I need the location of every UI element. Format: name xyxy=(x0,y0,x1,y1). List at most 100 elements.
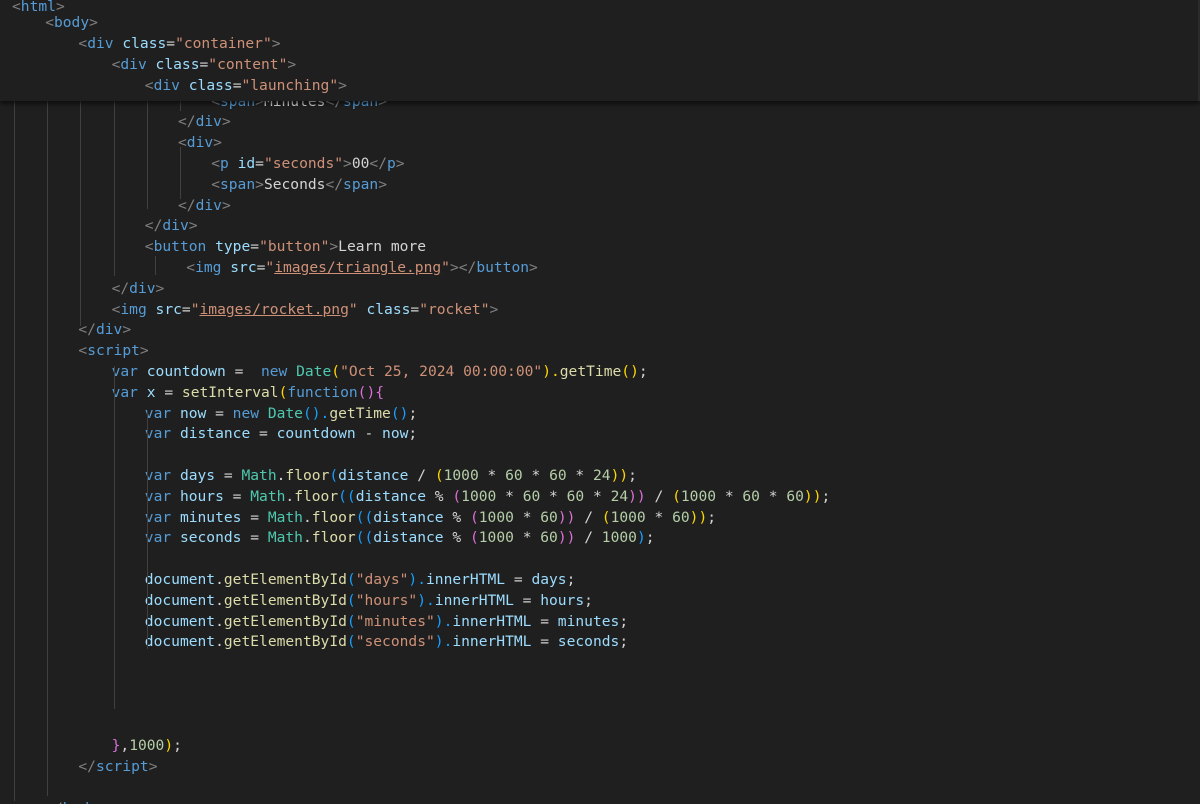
code-token: 1000 xyxy=(478,529,514,547)
code-token: document xyxy=(144,633,216,651)
code-token: )) xyxy=(689,508,708,526)
code-line[interactable]: </body> xyxy=(45,799,107,804)
code-token: < xyxy=(178,134,187,152)
code-token: 1000 xyxy=(680,487,717,505)
code-token: = xyxy=(255,154,264,172)
code-token: Date xyxy=(296,362,332,380)
code-token: = xyxy=(531,612,558,630)
code-token: 1000 xyxy=(461,487,497,505)
code-token: </ xyxy=(111,279,130,297)
code-token: 1000 xyxy=(129,737,165,755)
code-token: body xyxy=(53,14,90,31)
code-token: </ xyxy=(178,196,196,214)
code-token: . xyxy=(215,612,224,630)
code-token: "Oct 25, 2024 00:00:00" xyxy=(340,362,543,380)
code-line[interactable]: <div> xyxy=(178,133,222,154)
code-token: Date xyxy=(267,404,303,422)
code-token: ; xyxy=(584,591,593,609)
code-token: Seconds xyxy=(263,175,326,193)
code-line[interactable]: </div> xyxy=(145,216,198,237)
code-line[interactable]: },1000); xyxy=(112,736,182,757)
code-token: "rocket" xyxy=(419,300,490,318)
code-token: > xyxy=(529,258,538,276)
code-line[interactable]: </div> xyxy=(178,112,231,133)
code-token: img xyxy=(120,300,147,318)
code-token: "hours" xyxy=(355,591,418,609)
code-token: > xyxy=(338,77,347,94)
code-line[interactable]: </div> xyxy=(178,196,231,217)
code-token: " xyxy=(265,258,275,276)
code-token: countdown xyxy=(146,362,226,380)
code-line[interactable]: <div class="content"> xyxy=(112,54,297,75)
code-line[interactable]: <div class="container"> xyxy=(78,33,280,54)
code-line[interactable]: <p id="seconds">00</p> xyxy=(211,154,404,175)
sticky-scroll-header[interactable]: <html> <body> <div class="container"> <div … xyxy=(0,0,1200,101)
code-token: new xyxy=(260,362,288,380)
code-line[interactable]: var seconds = Math.floor((distance % (10… xyxy=(145,528,655,549)
code-token: div xyxy=(186,134,214,152)
code-line[interactable]: <img src="images/rocket.png" class="rock… xyxy=(112,300,499,321)
code-token: (( xyxy=(355,508,374,526)
code-token: Math xyxy=(250,487,286,505)
code-token: * xyxy=(540,487,567,505)
code-token: * xyxy=(566,466,593,484)
code-line[interactable]: <button type="button">Learn more xyxy=(145,237,426,258)
code-token: floor xyxy=(311,508,356,526)
code-token: { xyxy=(375,383,385,401)
code-token: "seconds" xyxy=(263,154,344,172)
code-token: 60 xyxy=(549,466,567,484)
code-token: % xyxy=(443,529,470,547)
code-token: div xyxy=(195,196,222,214)
code-line[interactable]: var minutes = Math.floor((distance % (10… xyxy=(145,508,716,529)
code-token: * xyxy=(513,529,541,547)
code-token: now xyxy=(382,425,409,443)
code-area[interactable]: <span>Minutes</span> </div> <div> <p id="se… xyxy=(0,0,1200,804)
code-token: getElementById xyxy=(223,570,347,588)
code-editor[interactable]: <span>Minutes</span> </div> <div> <p id="se… xyxy=(0,0,1200,804)
code-line[interactable]: <body> xyxy=(45,12,98,33)
code-line[interactable]: </script> xyxy=(78,757,157,778)
code-token: ( xyxy=(346,570,356,588)
code-line[interactable]: <img src="images/triangle.png"></button> xyxy=(186,258,538,279)
code-token: , xyxy=(120,737,130,755)
code-line[interactable]: document.getElementById("seconds").inner… xyxy=(145,632,628,653)
code-line[interactable]: </div> xyxy=(112,279,165,300)
code-token: < xyxy=(144,238,154,256)
code-token: < xyxy=(186,258,196,276)
code-token: div xyxy=(162,217,189,235)
code-token: </ xyxy=(325,175,344,193)
code-line[interactable]: var now = new Date().getTime(); xyxy=(145,404,417,425)
code-token: document xyxy=(144,570,216,588)
code-token: document xyxy=(144,591,216,609)
code-token: = xyxy=(199,56,209,73)
code-line[interactable]: var distance = countdown - now; xyxy=(145,424,417,445)
code-line[interactable]: <span>Seconds</span> xyxy=(211,175,387,196)
code-token: Learn more xyxy=(338,238,427,256)
code-token: < xyxy=(12,0,21,15)
code-line[interactable]: document.getElementById("minutes").inner… xyxy=(145,612,628,633)
code-line[interactable]: var x = setInterval(function(){ xyxy=(112,383,384,404)
code-line[interactable]: document.getElementById("hours").innerHT… xyxy=(145,591,593,612)
code-token: button xyxy=(476,258,530,276)
code-line[interactable]: </div> xyxy=(78,320,131,341)
code-line[interactable]: var hours = Math.floor((distance % (1000… xyxy=(145,487,830,508)
code-token: < xyxy=(78,342,88,360)
code-token: ; xyxy=(619,633,629,651)
code-token: ( xyxy=(469,529,479,547)
code-line[interactable]: <script> xyxy=(78,341,148,362)
code-line[interactable]: document.getElementById("days").innerHTM… xyxy=(145,570,576,591)
code-token: days xyxy=(531,570,567,588)
code-line[interactable]: var days = Math.floor(distance / (1000 *… xyxy=(145,466,637,487)
code-token: 1000 xyxy=(601,529,637,547)
code-token: > xyxy=(221,196,231,214)
code-token: > xyxy=(98,800,107,804)
code-token: 60 xyxy=(540,508,558,526)
code-line[interactable]: <div class="launching"> xyxy=(145,75,347,96)
code-line[interactable]: var countdown = new Date("Oct 25, 2024 0… xyxy=(112,362,648,383)
